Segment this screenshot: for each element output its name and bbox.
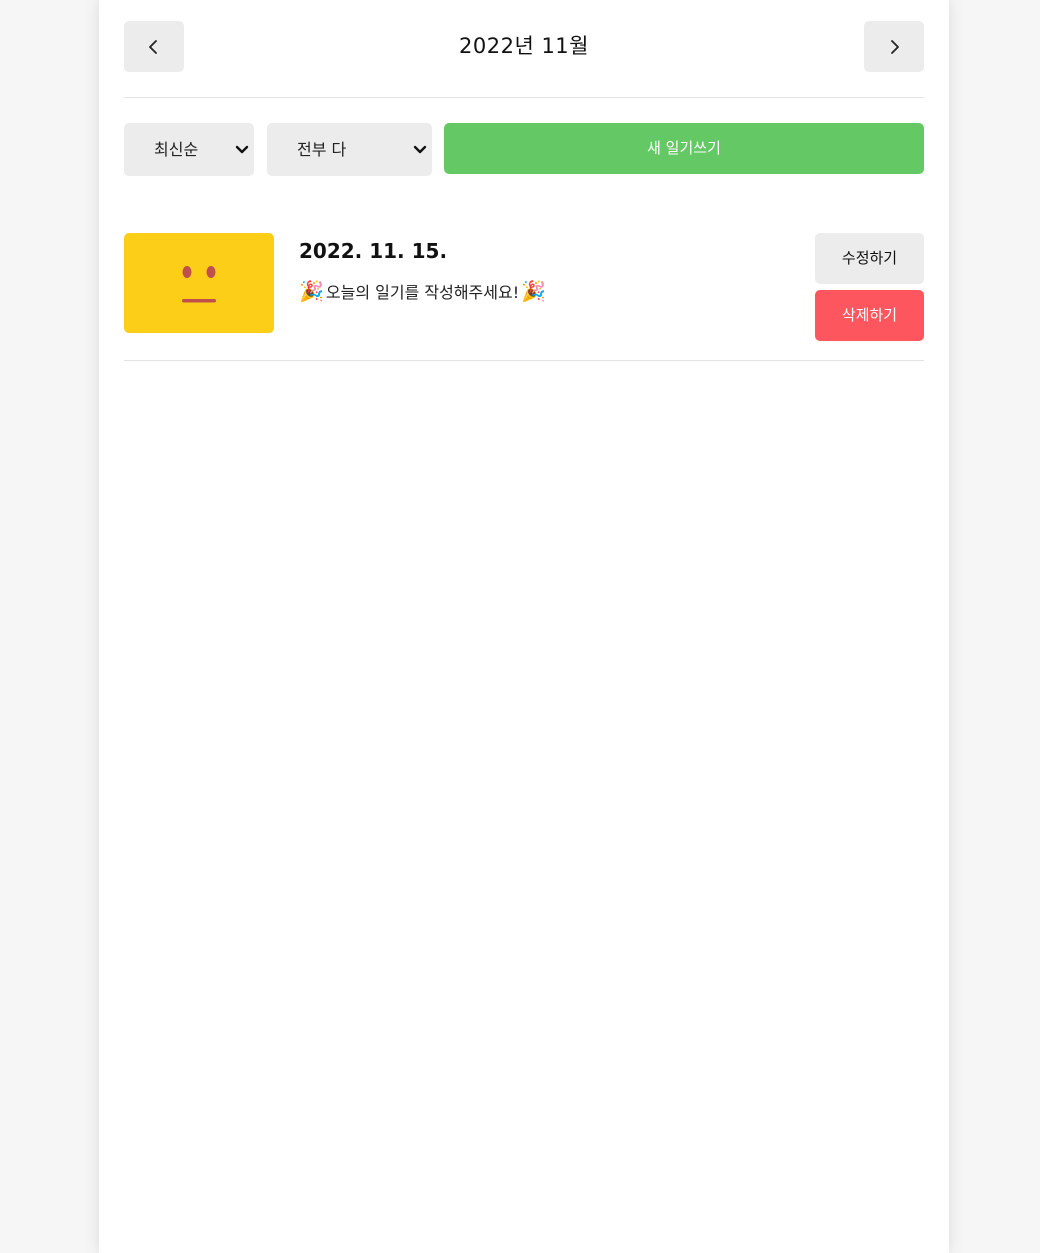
- next-month-button[interactable]: [864, 21, 924, 72]
- diary-app: 2022년 11월 최신순 전부 다 새 일기쓰기 2022. 11. 15. …: [99, 0, 949, 1253]
- diary-info[interactable]: 2022. 11. 15. 🎉 오늘의 일기를 작성해주세요! 🎉: [299, 233, 799, 305]
- month-header: 2022년 11월: [124, 21, 924, 72]
- chevron-right-icon: [891, 39, 899, 54]
- diary-content: 🎉 오늘의 일기를 작성해주세요! 🎉: [299, 277, 799, 305]
- list-menu: 최신순 전부 다 새 일기쓰기: [124, 123, 924, 176]
- diary-list-item: 2022. 11. 15. 🎉 오늘의 일기를 작성해주세요! 🎉 수정하기 삭…: [124, 233, 924, 343]
- neutral-face-icon: [182, 266, 216, 303]
- diary-date: 2022. 11. 15.: [299, 239, 448, 263]
- page-title: 2022년 11월: [459, 34, 589, 58]
- emotion-image[interactable]: [124, 233, 274, 333]
- chevron-down-icon: [413, 145, 427, 154]
- chevron-left-icon: [149, 39, 157, 54]
- sort-select[interactable]: 최신순: [124, 123, 254, 176]
- emotion-filter-select[interactable]: 전부 다: [267, 123, 432, 176]
- list-item-divider: [124, 360, 924, 361]
- party-popper-icon: 🎉: [521, 279, 547, 303]
- header-divider: [124, 97, 924, 98]
- party-popper-icon: 🎉: [299, 279, 324, 303]
- sort-select-value: 최신순: [154, 140, 199, 159]
- edit-button[interactable]: 수정하기: [815, 233, 924, 284]
- delete-button[interactable]: 삭제하기: [815, 290, 924, 341]
- new-diary-button[interactable]: 새 일기쓰기: [444, 123, 924, 174]
- chevron-down-icon: [235, 145, 249, 154]
- diary-content-text: 오늘의 일기를 작성해주세요!: [325, 283, 520, 302]
- prev-month-button[interactable]: [124, 21, 184, 72]
- filter-select-value: 전부 다: [297, 140, 347, 159]
